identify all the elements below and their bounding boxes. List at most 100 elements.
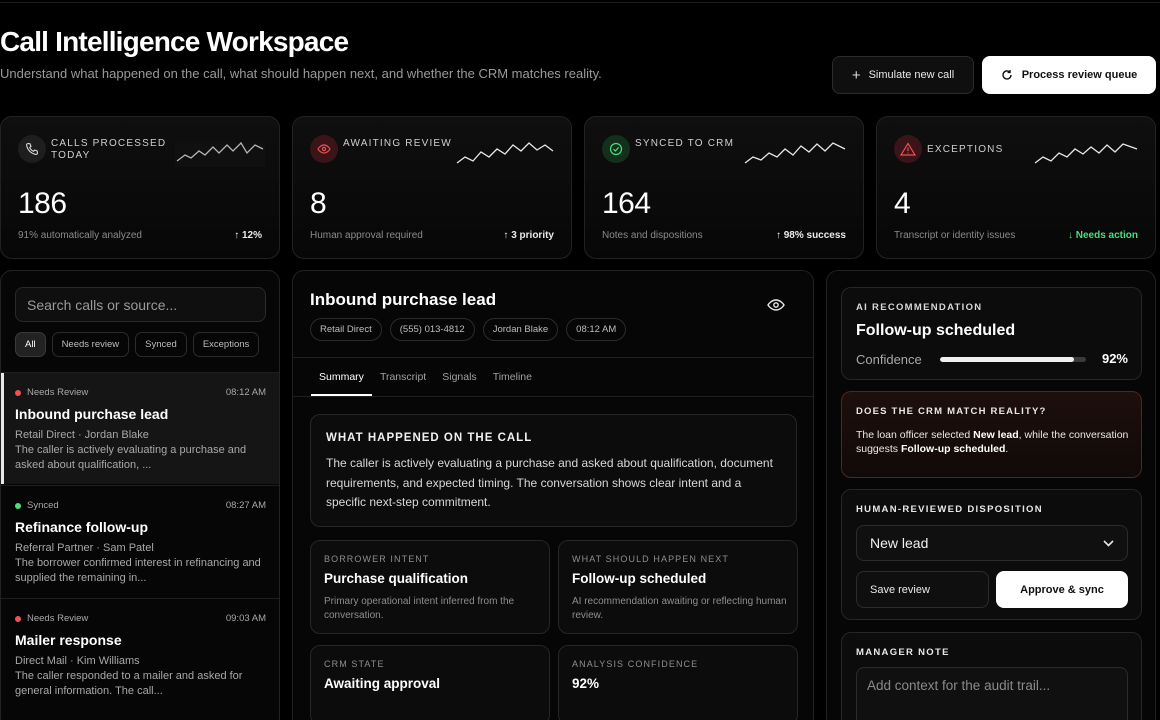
sparkline	[175, 141, 265, 167]
stat-label: Awaiting review	[343, 138, 452, 149]
tag-phone: (555) 013-4812	[389, 318, 475, 341]
eye-icon	[310, 135, 338, 163]
call-source: Referral Partner · Sam Patel	[15, 542, 154, 554]
warning-icon	[894, 135, 922, 163]
filter-needs-review[interactable]: Needs review	[51, 332, 130, 357]
call-source: Direct Mail · Kim Williams	[15, 655, 140, 667]
status-dot	[15, 615, 21, 622]
filter-chips: All Needs review Synced Exceptions	[15, 332, 260, 357]
crm-suggested: Follow-up scheduled	[900, 442, 1006, 455]
call-list-item[interactable]: Needs Review 08:12 AM Inbound purchase l…	[1, 372, 279, 484]
disposition-select[interactable]: New lead	[856, 525, 1128, 561]
tab-summary[interactable]: Summary	[311, 371, 372, 396]
review-panel: AI RECOMMENDATION Follow-up scheduled Co…	[826, 270, 1156, 720]
divider	[293, 357, 813, 358]
stat-caption: Notes and dispositions	[602, 230, 703, 241]
save-review-button[interactable]: Save review	[856, 571, 989, 608]
crm-selected: New lead	[973, 429, 1019, 441]
filter-exceptions[interactable]: Exceptions	[192, 332, 260, 357]
note-heading: MANAGER NOTE	[856, 647, 950, 658]
manager-note-input[interactable]	[856, 667, 1128, 720]
analysis-confidence-card: Analysis confidence 92%	[558, 645, 798, 720]
card-label: CRM state	[324, 659, 385, 669]
status-badge: Synced	[15, 500, 59, 511]
call-time: 08:27 AM	[225, 500, 266, 511]
sparkline	[744, 142, 846, 164]
status-badge: Needs Review	[15, 613, 88, 624]
tab-signals[interactable]: Signals	[434, 371, 484, 396]
manager-note-card: MANAGER NOTE	[841, 632, 1142, 720]
status-text: Needs Review	[27, 387, 89, 398]
call-title: Mailer response	[15, 632, 122, 648]
stat-trend: ↑ 98% success	[775, 230, 846, 241]
crm-text-part: .	[1005, 442, 1009, 455]
stat-caption: Human approval required	[310, 230, 423, 241]
call-source: Retail Direct · Jordan Blake	[15, 429, 149, 441]
refresh-icon	[1002, 70, 1012, 80]
plus-icon: +	[851, 66, 861, 84]
detail-tabs: Summary Transcript Signals Timeline	[311, 371, 540, 396]
call-desc: The caller is actively evaluating a purc…	[15, 444, 247, 471]
status-dot	[15, 389, 21, 396]
disp-heading: HUMAN-REVIEWED DISPOSITION	[856, 504, 1043, 515]
call-title: Inbound purchase lead	[15, 406, 169, 422]
stat-value: 186	[18, 187, 67, 220]
tag-source: Retail Direct	[310, 318, 382, 341]
crm-heading: DOES THE CRM MATCH REALITY?	[856, 406, 1047, 417]
page-title: Call Intelligence Workspace	[0, 26, 349, 57]
top-divider	[0, 2, 1160, 3]
confidence-label: Confidence	[856, 352, 922, 367]
call-summary-box: WHAT HAPPENED ON THE CALL The caller is …	[310, 414, 797, 527]
call-list-item[interactable]: Synced 08:27 AM Refinance follow-up Refe…	[1, 485, 279, 597]
stat-trend: ↑ 3 priority	[503, 230, 554, 241]
tab-transcript[interactable]: Transcript	[372, 371, 434, 396]
card-value: Awaiting approval	[324, 676, 441, 691]
filter-synced[interactable]: Synced	[135, 332, 187, 357]
simulate-call-button[interactable]: + Simulate new call	[832, 56, 974, 94]
next-step-card: What should happen next Follow-up schedu…	[558, 540, 798, 634]
filter-all[interactable]: All	[15, 332, 46, 357]
detail-title: Inbound purchase lead	[310, 290, 497, 309]
check-circle-icon	[602, 135, 630, 163]
crm-text-part: The loan officer selected	[856, 429, 974, 441]
card-label: Analysis confidence	[572, 659, 699, 669]
status-text: Needs Review	[27, 613, 89, 624]
stat-caption: 91% automatically analyzed	[18, 230, 142, 241]
card-label: What should happen next	[572, 554, 729, 564]
eye-icon[interactable]	[767, 299, 785, 311]
status-text: Synced	[27, 500, 59, 511]
chevron-down-icon	[1103, 539, 1114, 547]
sparkline	[456, 142, 554, 164]
disposition-value: New lead	[870, 535, 929, 551]
stat-card-synced: Synced to CRM 164 Notes and dispositions…	[584, 116, 864, 259]
call-desc: The borrower confirmed interest in refin…	[15, 557, 261, 584]
stat-card-exceptions: Exceptions 4 Transcript or identity issu…	[876, 116, 1156, 259]
call-detail-panel: Inbound purchase lead Retail Direct (555…	[292, 270, 814, 720]
call-title: Refinance follow-up	[15, 519, 148, 535]
stat-label: Calls processed today	[51, 138, 167, 161]
tab-timeline[interactable]: Timeline	[485, 371, 540, 396]
status-badge: Needs Review	[15, 387, 88, 398]
search-input[interactable]	[15, 287, 266, 322]
card-desc: AI recommendation awaiting or reflecting…	[572, 596, 787, 621]
call-time: 09:03 AM	[225, 613, 266, 624]
detail-tags: Retail Direct (555) 013-4812 Jordan Blak…	[310, 318, 627, 341]
summary-text: The caller is actively evaluating a purc…	[326, 456, 773, 509]
disposition-card: HUMAN-REVIEWED DISPOSITION New lead Save…	[841, 489, 1142, 620]
crm-text: The loan officer selected New lead, whil…	[856, 429, 1131, 456]
crm-mismatch-alert: DOES THE CRM MATCH REALITY? The loan off…	[841, 391, 1142, 478]
stat-value: 4	[894, 187, 911, 220]
call-list-item[interactable]: Needs Review 09:03 AM Mailer response Di…	[1, 598, 279, 710]
tag-time: 08:12 AM	[566, 318, 627, 341]
stat-card-awaiting-review: Awaiting review 8 Human approval require…	[292, 116, 572, 259]
approve-sync-button[interactable]: Approve & sync	[996, 571, 1128, 608]
stat-trend: ↓ Needs action	[1067, 230, 1138, 241]
ai-recommendation-card: AI RECOMMENDATION Follow-up scheduled Co…	[841, 287, 1142, 380]
process-queue-button[interactable]: Process review queue	[982, 56, 1156, 94]
simulate-call-label: Simulate new call	[868, 69, 955, 81]
call-desc: The caller responded to a mailer and ask…	[15, 670, 243, 697]
card-desc: Primary operational intent inferred from…	[324, 596, 515, 621]
card-value: Follow-up scheduled	[572, 571, 707, 586]
call-list-panel: All Needs review Synced Exceptions Needs…	[0, 270, 280, 720]
stat-caption: Transcript or identity issues	[894, 230, 1016, 241]
